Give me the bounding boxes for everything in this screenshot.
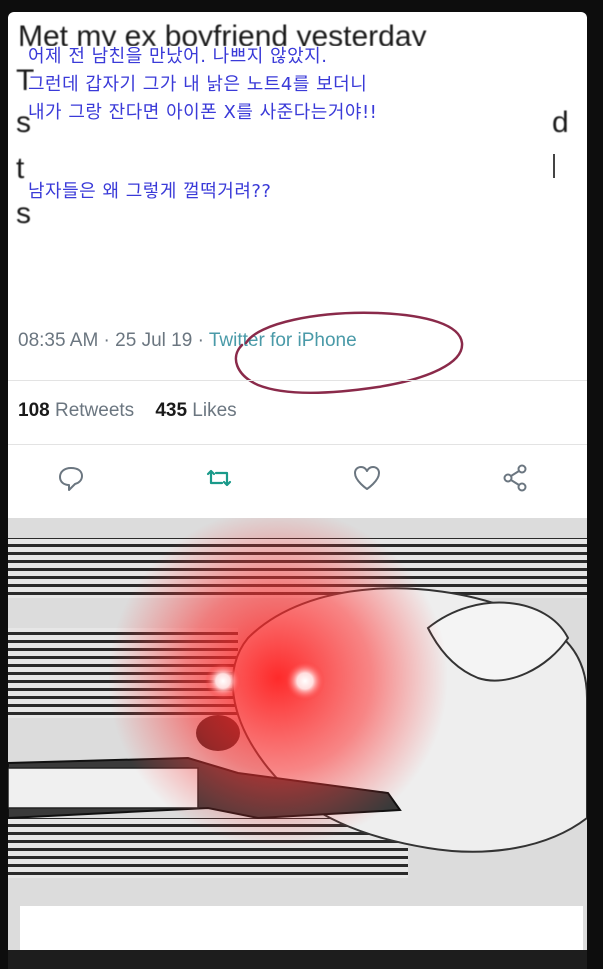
- meme-illustration: [8, 518, 587, 950]
- overlay-caption-line: 어제 전 남친을 만났어. 나쁘지 않았지.: [28, 46, 328, 67]
- share-icon[interactable]: [500, 463, 530, 493]
- overlay-caption-line: 그런데 갑자기 그가 내 낡은 노트4를 보더니: [28, 74, 368, 95]
- cursor-mark: [553, 154, 555, 178]
- retweet-count[interactable]: 108: [18, 400, 50, 421]
- overlay-caption-line: 내가 그랑 잔다면 아이폰 X를 사준다는거야!!: [28, 102, 378, 123]
- tweet-actions: [8, 457, 587, 501]
- tweet-card: Met my ex boyfriend yesterday T s d t s …: [8, 12, 587, 518]
- retweet-icon[interactable]: [204, 463, 234, 493]
- tweet-stats: 108 Retweets 435 Likes: [18, 400, 237, 422]
- meme-image-angry-dog-with-knife: [8, 518, 587, 950]
- hand-drawn-circle: [234, 311, 464, 394]
- bottom-strip: [8, 950, 587, 969]
- divider: [8, 444, 587, 445]
- bottom-blank-bar: [20, 906, 583, 950]
- original-tweet-fragment: d: [552, 106, 569, 139]
- retweet-label[interactable]: Retweets: [55, 400, 134, 421]
- divider: [8, 380, 587, 381]
- cover-patch: [34, 124, 549, 306]
- meta-separator: ·: [98, 330, 116, 351]
- meta-separator: ·: [192, 330, 209, 351]
- tweet-time: 08:35 AM: [18, 330, 99, 351]
- reply-icon[interactable]: [56, 463, 86, 493]
- like-count[interactable]: 435: [155, 400, 187, 421]
- like-label[interactable]: Likes: [192, 400, 236, 421]
- overlay-caption-line: 남자들은 왜 그렇게 껄떡거려??: [28, 181, 272, 202]
- original-tweet-fragment: t: [16, 152, 25, 185]
- tweet-date: 25 Jul 19: [115, 330, 193, 351]
- like-icon[interactable]: [352, 463, 382, 493]
